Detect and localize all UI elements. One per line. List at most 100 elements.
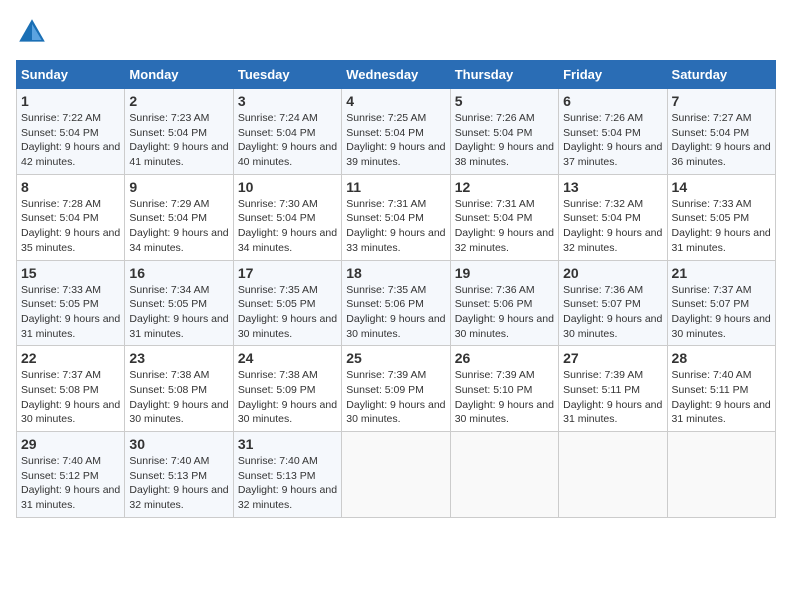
day-detail: Sunrise: 7:33 AM Sunset: 5:05 PM Dayligh… [21,283,120,342]
day-detail: Sunrise: 7:35 AM Sunset: 5:05 PM Dayligh… [238,283,337,342]
day-number: 12 [455,179,554,195]
day-detail: Sunrise: 7:40 AM Sunset: 5:13 PM Dayligh… [238,454,337,513]
calendar-cell: 6 Sunrise: 7:26 AM Sunset: 5:04 PM Dayli… [559,89,667,175]
logo-icon [16,16,48,48]
day-detail: Sunrise: 7:34 AM Sunset: 5:05 PM Dayligh… [129,283,228,342]
day-number: 4 [346,93,445,109]
calendar-cell: 23 Sunrise: 7:38 AM Sunset: 5:08 PM Dayl… [125,346,233,432]
day-number: 28 [672,350,771,366]
calendar-cell: 11 Sunrise: 7:31 AM Sunset: 5:04 PM Dayl… [342,174,450,260]
day-number: 6 [563,93,662,109]
calendar-cell: 22 Sunrise: 7:37 AM Sunset: 5:08 PM Dayl… [17,346,125,432]
calendar-cell: 26 Sunrise: 7:39 AM Sunset: 5:10 PM Dayl… [450,346,558,432]
day-number: 16 [129,265,228,281]
day-number: 1 [21,93,120,109]
calendar-cell: 21 Sunrise: 7:37 AM Sunset: 5:07 PM Dayl… [667,260,775,346]
calendar-cell: 13 Sunrise: 7:32 AM Sunset: 5:04 PM Dayl… [559,174,667,260]
column-header-sunday: Sunday [17,61,125,89]
day-detail: Sunrise: 7:40 AM Sunset: 5:11 PM Dayligh… [672,368,771,427]
day-number: 5 [455,93,554,109]
day-detail: Sunrise: 7:25 AM Sunset: 5:04 PM Dayligh… [346,111,445,170]
day-detail: Sunrise: 7:36 AM Sunset: 5:06 PM Dayligh… [455,283,554,342]
calendar-cell: 31 Sunrise: 7:40 AM Sunset: 5:13 PM Dayl… [233,432,341,518]
day-number: 18 [346,265,445,281]
calendar-cell: 19 Sunrise: 7:36 AM Sunset: 5:06 PM Dayl… [450,260,558,346]
day-number: 2 [129,93,228,109]
calendar-cell: 17 Sunrise: 7:35 AM Sunset: 5:05 PM Dayl… [233,260,341,346]
day-detail: Sunrise: 7:26 AM Sunset: 5:04 PM Dayligh… [455,111,554,170]
column-header-friday: Friday [559,61,667,89]
day-number: 21 [672,265,771,281]
day-detail: Sunrise: 7:22 AM Sunset: 5:04 PM Dayligh… [21,111,120,170]
column-header-thursday: Thursday [450,61,558,89]
calendar-cell: 27 Sunrise: 7:39 AM Sunset: 5:11 PM Dayl… [559,346,667,432]
calendar-cell [667,432,775,518]
day-detail: Sunrise: 7:39 AM Sunset: 5:09 PM Dayligh… [346,368,445,427]
day-detail: Sunrise: 7:37 AM Sunset: 5:08 PM Dayligh… [21,368,120,427]
day-detail: Sunrise: 7:33 AM Sunset: 5:05 PM Dayligh… [672,197,771,256]
day-number: 3 [238,93,337,109]
day-number: 24 [238,350,337,366]
calendar-week-3: 15 Sunrise: 7:33 AM Sunset: 5:05 PM Dayl… [17,260,776,346]
day-detail: Sunrise: 7:35 AM Sunset: 5:06 PM Dayligh… [346,283,445,342]
day-number: 17 [238,265,337,281]
calendar-cell [559,432,667,518]
calendar-cell: 28 Sunrise: 7:40 AM Sunset: 5:11 PM Dayl… [667,346,775,432]
day-number: 20 [563,265,662,281]
day-detail: Sunrise: 7:24 AM Sunset: 5:04 PM Dayligh… [238,111,337,170]
calendar-cell: 24 Sunrise: 7:38 AM Sunset: 5:09 PM Dayl… [233,346,341,432]
day-number: 9 [129,179,228,195]
calendar-cell: 2 Sunrise: 7:23 AM Sunset: 5:04 PM Dayli… [125,89,233,175]
day-number: 13 [563,179,662,195]
calendar-cell: 30 Sunrise: 7:40 AM Sunset: 5:13 PM Dayl… [125,432,233,518]
calendar-cell: 3 Sunrise: 7:24 AM Sunset: 5:04 PM Dayli… [233,89,341,175]
day-detail: Sunrise: 7:27 AM Sunset: 5:04 PM Dayligh… [672,111,771,170]
day-detail: Sunrise: 7:32 AM Sunset: 5:04 PM Dayligh… [563,197,662,256]
calendar-cell: 16 Sunrise: 7:34 AM Sunset: 5:05 PM Dayl… [125,260,233,346]
calendar-cell: 12 Sunrise: 7:31 AM Sunset: 5:04 PM Dayl… [450,174,558,260]
day-number: 31 [238,436,337,452]
day-number: 7 [672,93,771,109]
calendar-cell: 25 Sunrise: 7:39 AM Sunset: 5:09 PM Dayl… [342,346,450,432]
day-number: 22 [21,350,120,366]
column-header-tuesday: Tuesday [233,61,341,89]
day-number: 30 [129,436,228,452]
calendar-cell: 1 Sunrise: 7:22 AM Sunset: 5:04 PM Dayli… [17,89,125,175]
day-detail: Sunrise: 7:30 AM Sunset: 5:04 PM Dayligh… [238,197,337,256]
day-detail: Sunrise: 7:38 AM Sunset: 5:09 PM Dayligh… [238,368,337,427]
day-number: 26 [455,350,554,366]
day-number: 27 [563,350,662,366]
calendar-cell: 4 Sunrise: 7:25 AM Sunset: 5:04 PM Dayli… [342,89,450,175]
calendar-cell: 9 Sunrise: 7:29 AM Sunset: 5:04 PM Dayli… [125,174,233,260]
day-number: 14 [672,179,771,195]
calendar-cell: 7 Sunrise: 7:27 AM Sunset: 5:04 PM Dayli… [667,89,775,175]
calendar-cell: 29 Sunrise: 7:40 AM Sunset: 5:12 PM Dayl… [17,432,125,518]
day-detail: Sunrise: 7:31 AM Sunset: 5:04 PM Dayligh… [455,197,554,256]
day-detail: Sunrise: 7:26 AM Sunset: 5:04 PM Dayligh… [563,111,662,170]
day-number: 25 [346,350,445,366]
calendar-cell [342,432,450,518]
logo [16,16,52,48]
column-header-wednesday: Wednesday [342,61,450,89]
calendar-week-2: 8 Sunrise: 7:28 AM Sunset: 5:04 PM Dayli… [17,174,776,260]
day-detail: Sunrise: 7:40 AM Sunset: 5:12 PM Dayligh… [21,454,120,513]
column-header-monday: Monday [125,61,233,89]
calendar-cell: 18 Sunrise: 7:35 AM Sunset: 5:06 PM Dayl… [342,260,450,346]
calendar-cell: 5 Sunrise: 7:26 AM Sunset: 5:04 PM Dayli… [450,89,558,175]
calendar-cell: 10 Sunrise: 7:30 AM Sunset: 5:04 PM Dayl… [233,174,341,260]
day-detail: Sunrise: 7:23 AM Sunset: 5:04 PM Dayligh… [129,111,228,170]
day-detail: Sunrise: 7:40 AM Sunset: 5:13 PM Dayligh… [129,454,228,513]
header [16,16,776,48]
day-detail: Sunrise: 7:37 AM Sunset: 5:07 PM Dayligh… [672,283,771,342]
day-number: 15 [21,265,120,281]
calendar-table: SundayMondayTuesdayWednesdayThursdayFrid… [16,60,776,518]
day-detail: Sunrise: 7:39 AM Sunset: 5:10 PM Dayligh… [455,368,554,427]
day-number: 11 [346,179,445,195]
day-detail: Sunrise: 7:39 AM Sunset: 5:11 PM Dayligh… [563,368,662,427]
day-number: 23 [129,350,228,366]
calendar-cell: 20 Sunrise: 7:36 AM Sunset: 5:07 PM Dayl… [559,260,667,346]
calendar-week-5: 29 Sunrise: 7:40 AM Sunset: 5:12 PM Dayl… [17,432,776,518]
day-number: 8 [21,179,120,195]
calendar-week-4: 22 Sunrise: 7:37 AM Sunset: 5:08 PM Dayl… [17,346,776,432]
day-detail: Sunrise: 7:28 AM Sunset: 5:04 PM Dayligh… [21,197,120,256]
